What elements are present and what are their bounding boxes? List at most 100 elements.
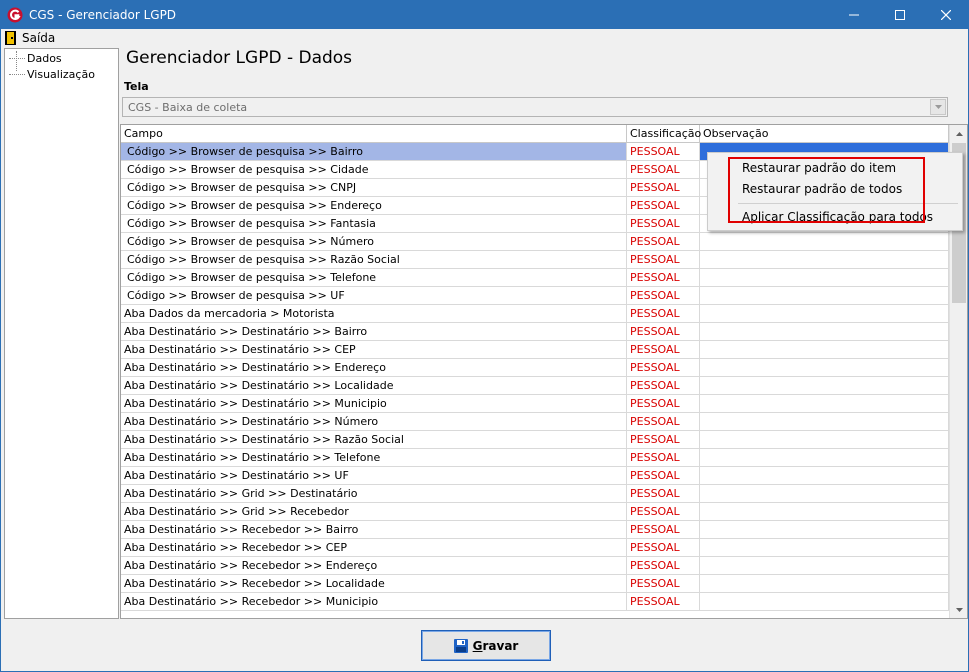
- table-row[interactable]: Aba Destinatário >> Destinatário >> Núme…: [121, 413, 949, 431]
- scroll-up-icon[interactable]: [950, 125, 967, 142]
- cell-classificacao[interactable]: PESSOAL: [627, 413, 700, 430]
- cell-classificacao[interactable]: PESSOAL: [627, 323, 700, 340]
- cell-classificacao[interactable]: PESSOAL: [627, 503, 700, 520]
- cell-campo[interactable]: Aba Destinatário >> Destinatário >> Razã…: [121, 431, 627, 448]
- cell-observacao[interactable]: [700, 413, 949, 430]
- cell-classificacao[interactable]: PESSOAL: [627, 539, 700, 556]
- menu-exit[interactable]: Saída: [5, 30, 55, 46]
- cell-classificacao[interactable]: PESSOAL: [627, 449, 700, 466]
- cell-classificacao[interactable]: PESSOAL: [627, 179, 700, 196]
- table-row[interactable]: Código >> Browser de pesquisa >> Número P…: [121, 233, 949, 251]
- tree-item-dados[interactable]: Dados: [9, 52, 62, 65]
- cell-observacao[interactable]: [700, 269, 949, 286]
- cell-campo[interactable]: Aba Destinatário >> Destinatário >> Bair…: [121, 323, 627, 340]
- cell-observacao[interactable]: [700, 593, 949, 610]
- cell-observacao[interactable]: [700, 395, 949, 412]
- table-row[interactable]: Aba Destinatário >> Recebedor >> CEP PESS…: [121, 539, 949, 557]
- title-bar[interactable]: CGS - Gerenciador LGPD: [1, 1, 968, 29]
- cell-observacao[interactable]: [700, 233, 949, 250]
- cell-classificacao[interactable]: PESSOAL: [627, 557, 700, 574]
- column-header-campo[interactable]: Campo: [121, 125, 627, 143]
- cell-classificacao[interactable]: PESSOAL: [627, 521, 700, 538]
- cell-observacao[interactable]: [700, 485, 949, 502]
- cell-classificacao[interactable]: PESSOAL: [627, 359, 700, 376]
- cell-observacao[interactable]: [700, 431, 949, 448]
- table-row[interactable]: Aba Destinatário >> Destinatário >> Razã…: [121, 431, 949, 449]
- cell-campo[interactable]: Aba Destinatário >> Recebedor >> Bairro: [121, 521, 627, 538]
- cell-campo[interactable]: Código >> Browser de pesquisa >> CNPJ: [121, 179, 627, 196]
- minimize-button[interactable]: [831, 1, 877, 29]
- chevron-down-icon[interactable]: [930, 99, 946, 115]
- table-row[interactable]: Aba Destinatário >> Destinatário >> UF PE…: [121, 467, 949, 485]
- table-row[interactable]: Aba Destinatário >> Destinatário >> Loca…: [121, 377, 949, 395]
- cell-classificacao[interactable]: PESSOAL: [627, 215, 700, 232]
- cell-campo[interactable]: Código >> Browser de pesquisa >> Telefon…: [121, 269, 627, 286]
- cell-campo[interactable]: Aba Destinatário >> Destinatário >> UF: [121, 467, 627, 484]
- cell-classificacao[interactable]: PESSOAL: [627, 395, 700, 412]
- close-button[interactable]: [923, 1, 969, 29]
- tree-item-visualizacao[interactable]: Visualização: [9, 68, 95, 81]
- table-row[interactable]: Código >> Browser de pesquisa >> UF PESSO…: [121, 287, 949, 305]
- cell-campo[interactable]: Aba Destinatário >> Destinatário >> Ende…: [121, 359, 627, 376]
- cell-observacao[interactable]: [700, 287, 949, 304]
- table-row[interactable]: Aba Destinatário >> Grid >> Recebedor PES…: [121, 503, 949, 521]
- table-row[interactable]: Aba Destinatário >> Recebedor >> Endereç…: [121, 557, 949, 575]
- maximize-button[interactable]: [877, 1, 923, 29]
- column-header-observacao[interactable]: Observação: [700, 125, 949, 143]
- cell-classificacao[interactable]: PESSOAL: [627, 593, 700, 610]
- cell-observacao[interactable]: [700, 557, 949, 574]
- cell-classificacao[interactable]: PESSOAL: [627, 341, 700, 358]
- cell-observacao[interactable]: [700, 449, 949, 466]
- cell-observacao[interactable]: [700, 359, 949, 376]
- table-row[interactable]: Aba Destinatário >> Recebedor >> Bairro P…: [121, 521, 949, 539]
- cell-campo[interactable]: Código >> Browser de pesquisa >> Número: [121, 233, 627, 250]
- table-row[interactable]: Aba Destinatário >> Destinatário >> Muni…: [121, 395, 949, 413]
- cell-classificacao[interactable]: PESSOAL: [627, 161, 700, 178]
- table-row[interactable]: Aba Destinatário >> Grid >> Destinatário…: [121, 485, 949, 503]
- cell-classificacao[interactable]: PESSOAL: [627, 467, 700, 484]
- cell-observacao[interactable]: [700, 503, 949, 520]
- cell-campo[interactable]: Aba Destinatário >> Destinatário >> Tele…: [121, 449, 627, 466]
- table-row[interactable]: Aba Dados da mercadoria > Motorista PESSO…: [121, 305, 949, 323]
- cell-classificacao[interactable]: PESSOAL: [627, 143, 700, 160]
- cell-classificacao[interactable]: PESSOAL: [627, 269, 700, 286]
- cell-campo[interactable]: Aba Destinatário >> Recebedor >> Municip…: [121, 593, 627, 610]
- cell-observacao[interactable]: [700, 575, 949, 592]
- cell-campo[interactable]: Código >> Browser de pesquisa >> Endereç…: [121, 197, 627, 214]
- cell-observacao[interactable]: [700, 377, 949, 394]
- cell-campo[interactable]: Aba Destinatário >> Destinatário >> Muni…: [121, 395, 627, 412]
- table-row[interactable]: Aba Destinatário >> Destinatário >> Bair…: [121, 323, 949, 341]
- cell-campo[interactable]: Aba Destinatário >> Recebedor >> Localid…: [121, 575, 627, 592]
- table-row[interactable]: Código >> Browser de pesquisa >> Razão S…: [121, 251, 949, 269]
- table-row[interactable]: Aba Destinatário >> Destinatário >> CEP P…: [121, 341, 949, 359]
- cell-campo[interactable]: Aba Dados da mercadoria > Motorista: [121, 305, 627, 322]
- table-row[interactable]: Código >> Browser de pesquisa >> Telefon…: [121, 269, 949, 287]
- table-row[interactable]: Aba Destinatário >> Recebedor >> Localid…: [121, 575, 949, 593]
- table-row[interactable]: Aba Destinatário >> Destinatário >> Tele…: [121, 449, 949, 467]
- cell-classificacao[interactable]: PESSOAL: [627, 431, 700, 448]
- table-row[interactable]: Aba Destinatário >> Recebedor >> Municip…: [121, 593, 949, 611]
- cell-campo[interactable]: Código >> Browser de pesquisa >> Razão S…: [121, 251, 627, 268]
- cell-observacao[interactable]: [700, 251, 949, 268]
- cell-observacao[interactable]: [700, 467, 949, 484]
- save-button[interactable]: Gravar: [421, 630, 551, 661]
- cell-observacao[interactable]: [700, 305, 949, 322]
- cell-campo[interactable]: Aba Destinatário >> Grid >> Destinatário: [121, 485, 627, 502]
- column-header-classificacao[interactable]: Classificação: [627, 125, 701, 143]
- tela-select[interactable]: CGS - Baixa de coleta: [122, 97, 948, 117]
- cell-campo[interactable]: Aba Destinatário >> Destinatário >> Núme…: [121, 413, 627, 430]
- cell-classificacao[interactable]: PESSOAL: [627, 575, 700, 592]
- cell-campo[interactable]: Aba Destinatário >> Grid >> Recebedor: [121, 503, 627, 520]
- cell-campo[interactable]: Aba Destinatário >> Recebedor >> Endereç…: [121, 557, 627, 574]
- cell-classificacao[interactable]: PESSOAL: [627, 287, 700, 304]
- cell-classificacao[interactable]: PESSOAL: [627, 485, 700, 502]
- cell-campo[interactable]: Aba Destinatário >> Destinatário >> Loca…: [121, 377, 627, 394]
- table-row[interactable]: Aba Destinatário >> Destinatário >> Ende…: [121, 359, 949, 377]
- cell-classificacao[interactable]: PESSOAL: [627, 305, 700, 322]
- cell-observacao[interactable]: [700, 341, 949, 358]
- cell-observacao[interactable]: [700, 539, 949, 556]
- cell-classificacao[interactable]: PESSOAL: [627, 197, 700, 214]
- cell-campo[interactable]: Aba Destinatário >> Recebedor >> CEP: [121, 539, 627, 556]
- cell-campo[interactable]: Código >> Browser de pesquisa >> Cidade: [121, 161, 627, 178]
- cell-classificacao[interactable]: PESSOAL: [627, 233, 700, 250]
